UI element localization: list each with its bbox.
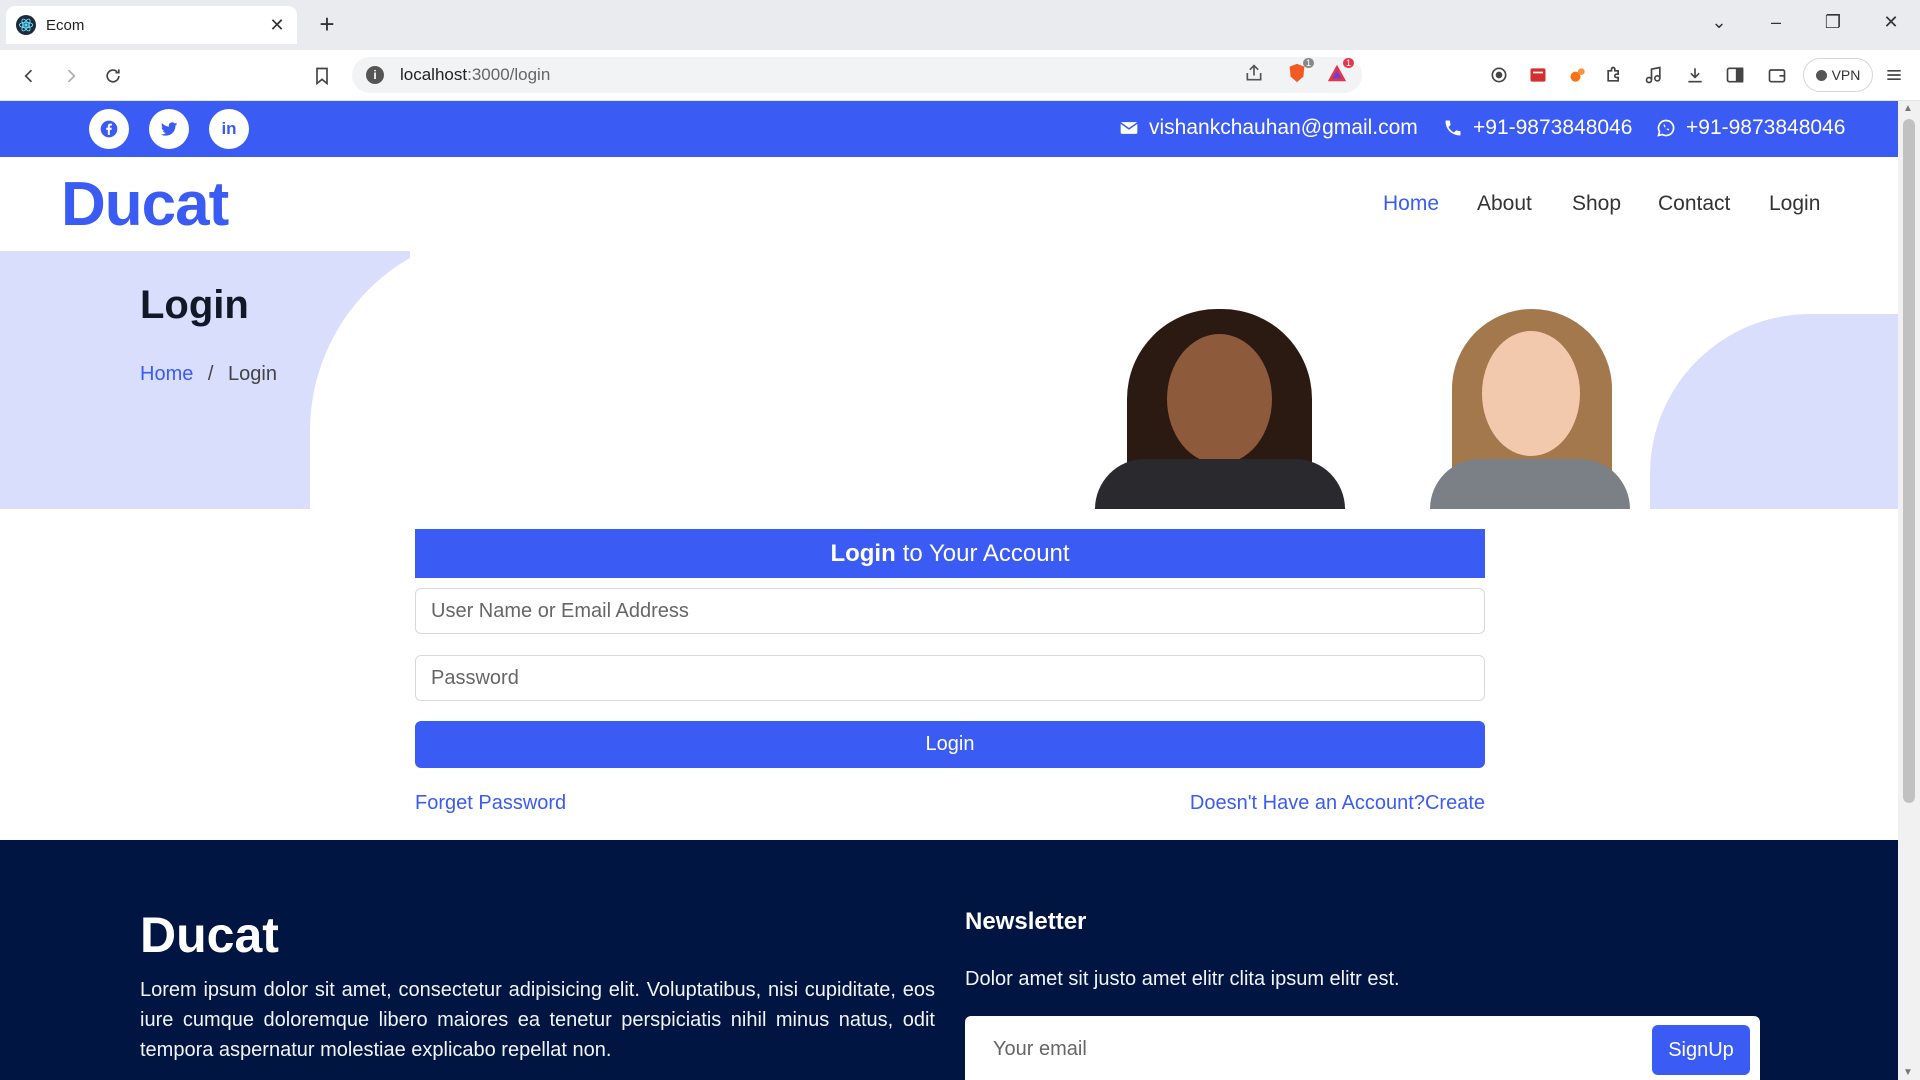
- nav-home[interactable]: Home: [1383, 192, 1439, 216]
- tab-search-icon[interactable]: ⌄: [1706, 12, 1732, 33]
- url-text: localhost:3000/login: [400, 65, 551, 84]
- bookmark-icon[interactable]: [308, 62, 336, 90]
- login-form: Login to Your Account User Name or Email…: [415, 529, 1485, 815]
- extension-circle-icon[interactable]: [1487, 63, 1511, 87]
- vpn-label: VPN: [1831, 67, 1861, 83]
- site-header: Ducat Home About Shop Contact Login: [0, 157, 1898, 251]
- breadcrumb-home[interactable]: Home: [140, 363, 193, 385]
- envelope-icon: [1120, 122, 1138, 134]
- phone-text: +91-9873848046: [1473, 116, 1633, 139]
- password-input[interactable]: Password: [415, 655, 1485, 701]
- browser-toolbar: i localhost:3000/login 1 1 VPN: [0, 50, 1920, 101]
- nav-shop[interactable]: Shop: [1572, 192, 1621, 216]
- react-icon: [16, 15, 36, 35]
- new-tab-icon[interactable]: +: [314, 11, 340, 37]
- username-input[interactable]: User Name or Email Address: [415, 588, 1485, 634]
- hero-person-2-image: [1430, 309, 1630, 509]
- contact-topbar: in vishankchauhan@gmail.com +91-98738480…: [0, 101, 1898, 157]
- breadcrumb: Home / Login: [140, 363, 277, 386]
- email-contact[interactable]: vishankchauhan@gmail.com: [1119, 116, 1418, 140]
- hero-curve: [310, 251, 730, 509]
- menu-icon[interactable]: [1882, 63, 1906, 87]
- back-icon[interactable]: [15, 62, 43, 90]
- newsletter-form: Your email SignUp: [965, 1016, 1760, 1080]
- close-window-icon[interactable]: ✕: [1878, 12, 1904, 33]
- twitter-icon[interactable]: [149, 109, 189, 149]
- tab-title: Ecom: [46, 16, 85, 34]
- media-music-icon[interactable]: [1642, 63, 1666, 87]
- page-title: Login: [140, 283, 249, 327]
- download-icon[interactable]: [1683, 63, 1707, 87]
- nav-login[interactable]: Login: [1769, 192, 1820, 216]
- reload-icon[interactable]: [99, 62, 127, 90]
- extension-orange-icon[interactable]: [1566, 63, 1590, 87]
- signup-button[interactable]: SignUp: [1652, 1025, 1750, 1075]
- hero-person-1-image: [1095, 309, 1345, 509]
- newsletter-email-input[interactable]: Your email: [993, 1038, 1087, 1061]
- newsletter-title: Newsletter: [965, 908, 1087, 935]
- brave-shield-icon[interactable]: 1: [1286, 57, 1314, 89]
- browser-tabstrip: Ecom ✕ + ⌄ – ❐ ✕: [0, 0, 1920, 50]
- facebook-icon[interactable]: [89, 109, 129, 149]
- login-heading: Login to Your Account: [415, 529, 1485, 578]
- nav-contact[interactable]: Contact: [1658, 192, 1730, 216]
- login-heading-bold: Login: [830, 539, 896, 567]
- vpn-button[interactable]: VPN: [1803, 58, 1873, 92]
- share-icon[interactable]: [1244, 63, 1264, 88]
- extension-red-icon[interactable]: [1526, 63, 1550, 87]
- whatsapp-icon: [1657, 119, 1675, 137]
- login-heading-rest: to Your Account: [902, 539, 1070, 567]
- page-hero: Login Home / Login: [0, 251, 1898, 509]
- phone-icon: [1445, 120, 1461, 136]
- login-button[interactable]: Login: [415, 721, 1485, 768]
- scroll-up-icon[interactable]: ▲: [1903, 103, 1913, 114]
- breadcrumb-separator: /: [207, 363, 214, 385]
- restore-icon[interactable]: ❐: [1820, 12, 1846, 33]
- web-page: in vishankchauhan@gmail.com +91-98738480…: [0, 101, 1898, 1080]
- breadcrumb-current: Login: [228, 363, 277, 385]
- footer-brand: Ducat: [140, 907, 279, 963]
- hero-blob-right: [1650, 314, 1898, 509]
- sidebar-icon[interactable]: [1723, 63, 1747, 87]
- newsletter-text: Dolor amet sit justo amet elitr clita ip…: [965, 968, 1400, 990]
- scrollbar-thumb[interactable]: [1903, 119, 1915, 803]
- vpn-status-icon: [1815, 69, 1827, 81]
- footer-about-text: Lorem ipsum dolor sit amet, consectetur …: [140, 979, 935, 1061]
- whatsapp-contact[interactable]: +91-9873848046: [1656, 116, 1845, 140]
- extensions-puzzle-icon[interactable]: [1602, 63, 1626, 87]
- linkedin-icon[interactable]: in: [209, 109, 249, 149]
- wallet-icon[interactable]: [1765, 63, 1789, 87]
- phone-contact[interactable]: +91-9873848046: [1443, 116, 1632, 140]
- site-info-icon[interactable]: i: [366, 66, 384, 84]
- address-bar[interactable]: i localhost:3000/login 1 1: [352, 57, 1362, 93]
- minimize-icon[interactable]: –: [1763, 12, 1789, 33]
- brave-rewards-icon[interactable]: 1: [1326, 57, 1354, 89]
- whatsapp-text: +91-9873848046: [1686, 116, 1846, 139]
- forward-icon[interactable]: [57, 62, 85, 90]
- page-scrollbar[interactable]: ▲ ▼: [1898, 101, 1920, 1080]
- create-account-link[interactable]: Doesn't Have an Account?Create: [1190, 792, 1485, 815]
- forget-password-link[interactable]: Forget Password: [415, 792, 566, 815]
- login-links: Forget Password Doesn't Have an Account?…: [415, 792, 1485, 815]
- site-footer: Ducat Lorem ipsum dolor sit amet, consec…: [0, 840, 1898, 1080]
- email-text: vishankchauhan@gmail.com: [1149, 116, 1418, 139]
- browser-tab[interactable]: Ecom ✕: [6, 6, 297, 44]
- brand-logo[interactable]: Ducat: [61, 169, 229, 240]
- close-tab-icon[interactable]: ✕: [267, 15, 287, 36]
- nav-about[interactable]: About: [1477, 192, 1532, 216]
- scroll-down-icon[interactable]: ▼: [1903, 1067, 1913, 1078]
